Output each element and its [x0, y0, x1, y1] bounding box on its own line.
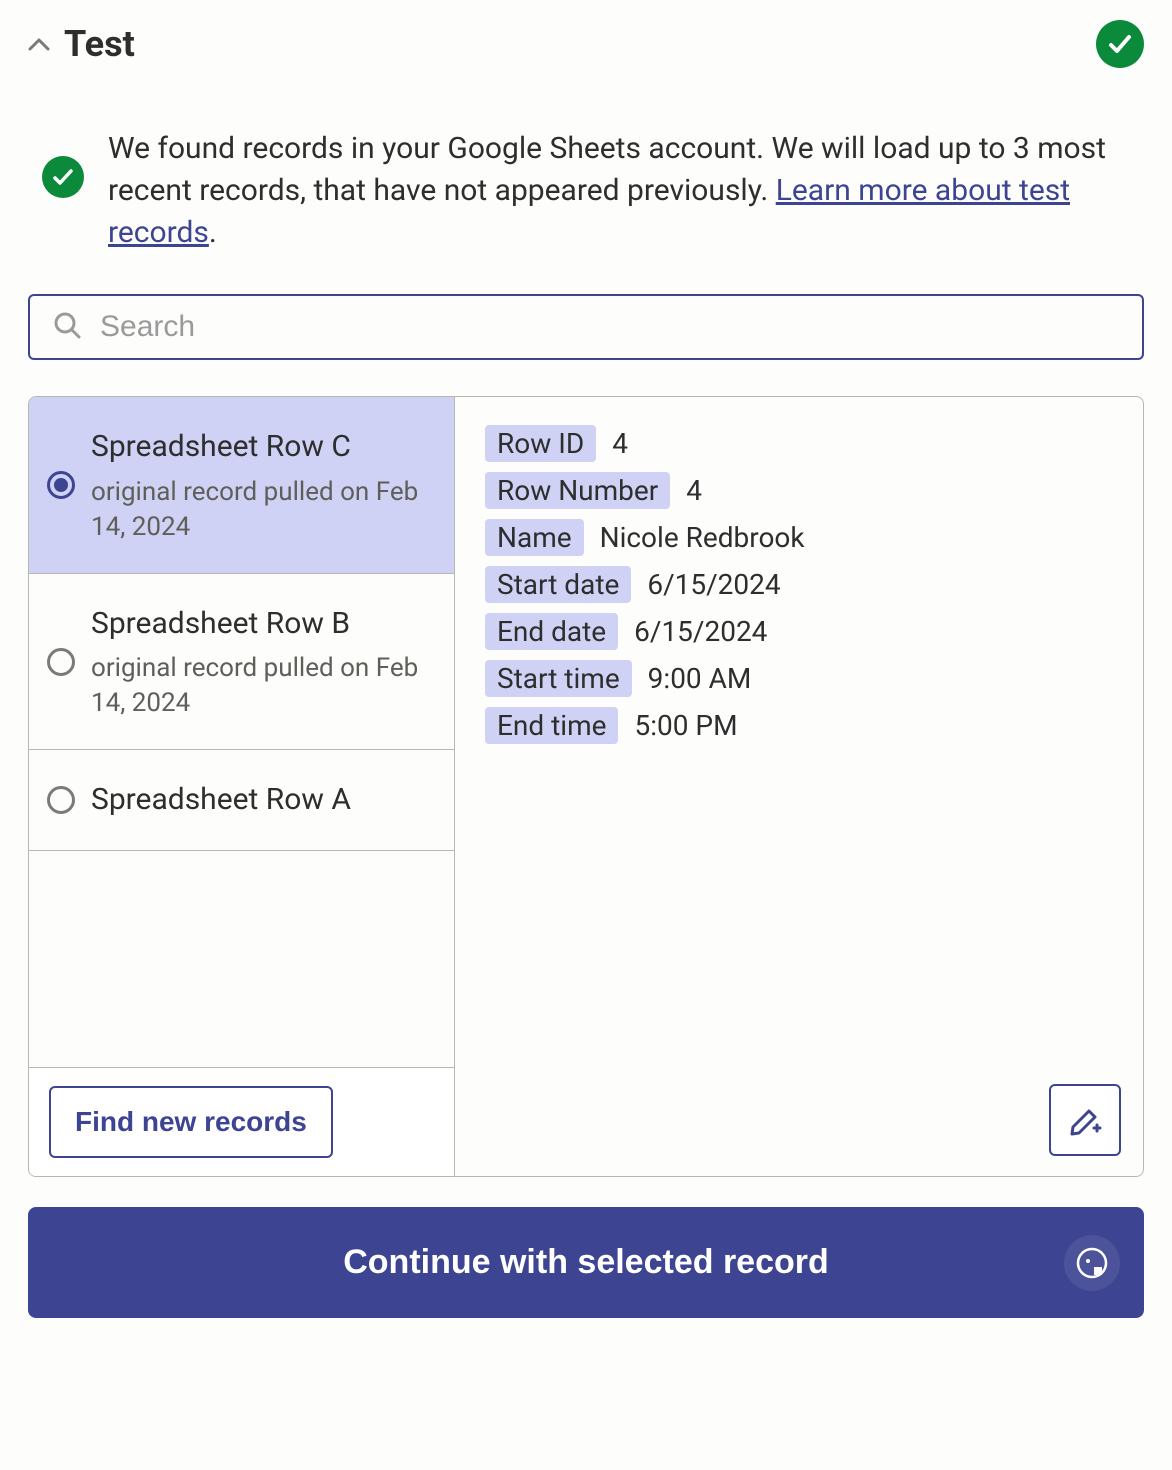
record-item[interactable]: Spreadsheet Row B original record pulled … [29, 574, 454, 751]
record-title: Spreadsheet Row B [91, 602, 430, 646]
detail-fields: Row ID 4 Row Number 4 Name Nicole Redbrook Sta… [485, 425, 1113, 744]
find-new-records-button[interactable]: Find new records [49, 1086, 333, 1158]
field-label: Start date [485, 566, 631, 603]
chevron-up-icon [28, 33, 50, 55]
continue-button[interactable]: Continue with selected record [28, 1207, 1144, 1318]
field-row: Start date 6/15/2024 [485, 566, 1113, 603]
record-body: Spreadsheet Row A [91, 778, 430, 822]
section-header-left[interactable]: Test [28, 23, 135, 65]
pencil-plus-icon [1067, 1101, 1103, 1140]
field-value: 4 [612, 427, 628, 460]
field-value: 6/15/2024 [647, 568, 780, 601]
field-label: Name [485, 519, 584, 556]
info-text: We found records in your Google Sheets a… [108, 128, 1130, 254]
record-detail-column: Row ID 4 Row Number 4 Name Nicole Redbrook Sta… [455, 397, 1143, 1176]
search-icon [52, 310, 82, 344]
section-title: Test [64, 23, 135, 65]
search-input[interactable] [100, 310, 1120, 344]
field-row: Row Number 4 [485, 472, 1113, 509]
field-label: End time [485, 707, 618, 744]
field-row: End date 6/15/2024 [485, 613, 1113, 650]
radio-icon[interactable] [47, 648, 75, 676]
field-row: Start time 9:00 AM [485, 660, 1113, 697]
field-label: Row ID [485, 425, 596, 462]
radio-icon[interactable] [47, 471, 75, 499]
record-item[interactable]: Spreadsheet Row C original record pulled … [29, 397, 454, 574]
records-list: Spreadsheet Row C original record pulled … [29, 397, 454, 1067]
search-box[interactable] [28, 294, 1144, 360]
section-header: Test [28, 20, 1144, 68]
field-value: Nicole Redbrook [600, 521, 805, 554]
check-circle-icon [42, 156, 84, 198]
field-row: Name Nicole Redbrook [485, 519, 1113, 556]
record-title: Spreadsheet Row C [91, 425, 430, 469]
field-label: Row Number [485, 472, 670, 509]
field-value: 6/15/2024 [634, 615, 767, 648]
record-title: Spreadsheet Row A [91, 778, 430, 822]
continue-button-label: Continue with selected record [343, 1243, 829, 1281]
records-list-column: Spreadsheet Row C original record pulled … [29, 397, 455, 1176]
status-success-icon [1096, 20, 1144, 68]
record-subtitle: original record pulled on Feb 14, 2024 [91, 475, 430, 545]
radio-icon[interactable] [47, 786, 75, 814]
field-label: Start time [485, 660, 632, 697]
field-row: Row ID 4 [485, 425, 1113, 462]
records-panel: Spreadsheet Row C original record pulled … [28, 396, 1144, 1177]
edit-button[interactable] [1049, 1084, 1121, 1156]
field-value: 9:00 AM [648, 662, 752, 695]
help-icon[interactable] [1064, 1235, 1120, 1291]
info-message: We found records in your Google Sheets a… [28, 128, 1144, 294]
record-body: Spreadsheet Row C original record pulled … [91, 425, 430, 545]
field-value: 5:00 PM [634, 709, 737, 742]
field-row: End time 5:00 PM [485, 707, 1113, 744]
record-subtitle: original record pulled on Feb 14, 2024 [91, 651, 430, 721]
records-footer: Find new records [29, 1067, 454, 1176]
field-label: End date [485, 613, 618, 650]
edit-button-wrap [1049, 1084, 1121, 1156]
info-text-part2: . [209, 215, 217, 250]
field-value: 4 [686, 474, 702, 507]
record-item[interactable]: Spreadsheet Row A [29, 750, 454, 851]
record-body: Spreadsheet Row B original record pulled … [91, 602, 430, 722]
